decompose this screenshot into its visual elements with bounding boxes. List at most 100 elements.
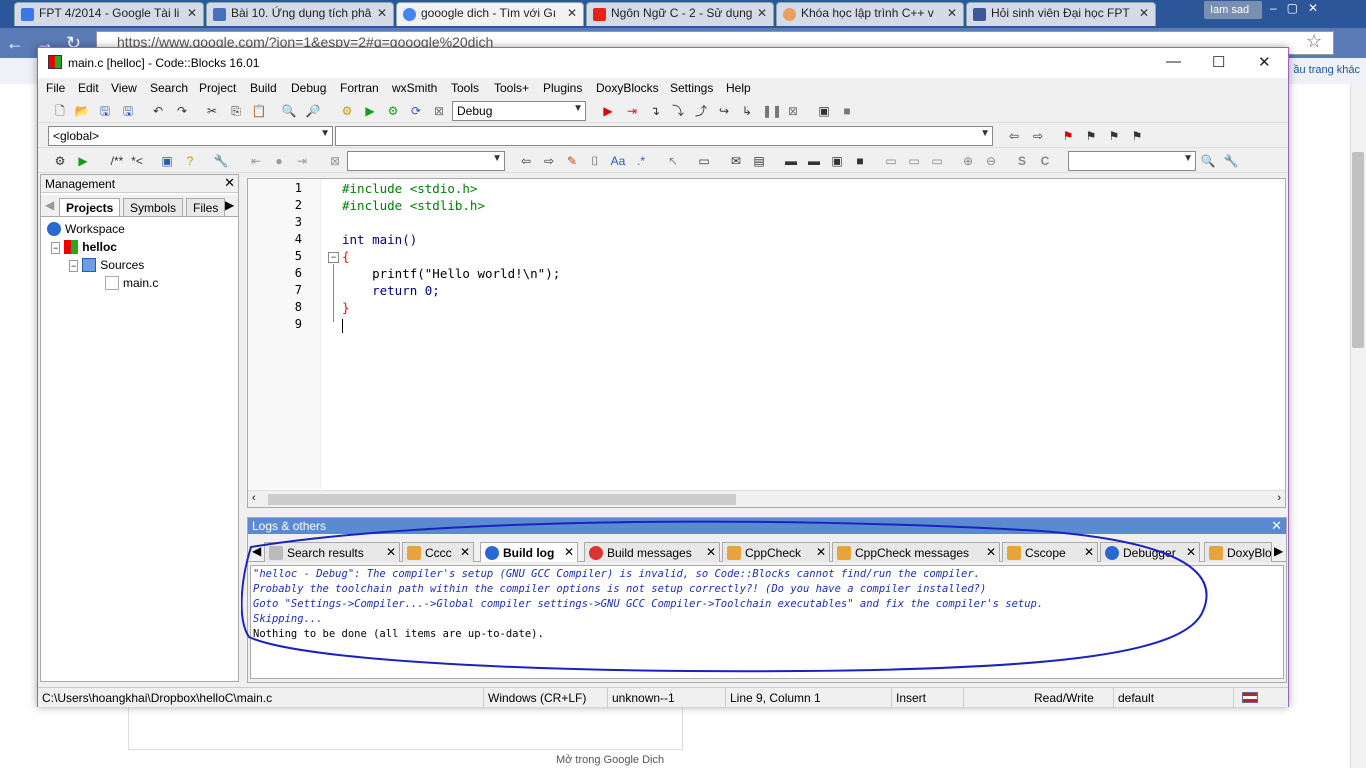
function-select[interactable]: ▼ bbox=[335, 126, 993, 146]
doxywizard-icon[interactable]: ⚙ bbox=[52, 153, 68, 169]
symbol-find-icon[interactable]: 🔍 bbox=[1200, 153, 1216, 169]
bookmark-star-icon[interactable]: ☆ bbox=[1306, 31, 1322, 52]
close-icon[interactable]: ✕ bbox=[1258, 53, 1271, 71]
browser-tab-active[interactable]: gooogle dich - Tìm với Gı ✕ bbox=[396, 2, 584, 26]
menu-edit[interactable]: Edit bbox=[78, 81, 99, 95]
symbol-settings-icon[interactable]: 🔧 bbox=[1223, 153, 1239, 169]
copy-icon[interactable]: ⎘ bbox=[228, 103, 244, 119]
replace-icon[interactable]: 🔎 bbox=[305, 103, 321, 119]
minimize-icon[interactable]: — bbox=[1166, 53, 1181, 70]
menu-tools-plus[interactable]: Tools+ bbox=[494, 81, 529, 95]
shape-outline-icon[interactable]: ▭ bbox=[883, 153, 899, 169]
menu-doxyblocks[interactable]: DoxyBlocks bbox=[596, 81, 659, 95]
tab-scroll-left-icon[interactable]: ◀ bbox=[45, 198, 54, 212]
code-editor[interactable]: 1 2 3 4 5 6 7 8 9 − #include <stdio.h> #… bbox=[247, 178, 1286, 508]
regex-icon[interactable]: .* bbox=[633, 153, 649, 169]
tab-projects[interactable]: Projects bbox=[59, 198, 121, 216]
zoom-out-icon[interactable]: ⊖ bbox=[983, 153, 999, 169]
close-icon[interactable]: ✕ bbox=[187, 6, 197, 20]
bookmark-flag-icon[interactable]: ⚑ bbox=[1060, 128, 1076, 144]
incremental-search-input[interactable]: ▼ bbox=[347, 151, 505, 171]
menu-search[interactable]: Search bbox=[150, 81, 188, 95]
collapse-icon[interactable]: − bbox=[51, 242, 61, 254]
pause-icon[interactable]: ❚❚ bbox=[762, 103, 782, 119]
browser-tab[interactable]: Hỏi sinh viên Đại học FPT ✕ bbox=[966, 2, 1156, 26]
next-instruction-icon[interactable]: ↪ bbox=[716, 103, 732, 119]
jump-mark-icon[interactable]: ● bbox=[271, 153, 287, 169]
forward-arrow-icon[interactable]: ⇨ bbox=[1030, 128, 1046, 144]
tree-workspace[interactable]: Workspace bbox=[47, 222, 125, 236]
symbol-search-select[interactable]: ▼ bbox=[1068, 151, 1196, 171]
info-icon[interactable]: ■ bbox=[839, 103, 855, 119]
pointer-tool-icon[interactable]: ↖ bbox=[665, 153, 681, 169]
browser-tab[interactable]: Bài 10. Ứng dụng tích phâ ✕ bbox=[206, 2, 394, 26]
s-tool-icon[interactable]: S bbox=[1014, 153, 1030, 169]
close-icon[interactable]: ✕ bbox=[1271, 518, 1282, 534]
shape-outline3-icon[interactable]: ▭ bbox=[929, 153, 945, 169]
scroll-right-icon[interactable]: › bbox=[1277, 492, 1281, 504]
abort-icon[interactable]: ⊠ bbox=[431, 103, 447, 119]
browser-window-controls[interactable]: –▢✕ bbox=[1270, 1, 1328, 15]
close-icon[interactable]: ✕ bbox=[1139, 6, 1149, 20]
stop-debug-icon[interactable]: ⊠ bbox=[785, 103, 801, 119]
translate-link[interactable]: Mở trong Google Dịch bbox=[556, 754, 664, 766]
shape-page-icon[interactable]: ▤ bbox=[751, 153, 767, 169]
save-icon[interactable]: 🖫 bbox=[97, 103, 113, 119]
tree-folder[interactable]: − Sources bbox=[69, 258, 144, 272]
step-out-icon[interactable]: ⤴ bbox=[693, 103, 709, 119]
page-scroll-thumb[interactable] bbox=[1352, 152, 1364, 348]
collapse-icon[interactable]: − bbox=[69, 260, 79, 272]
menu-view[interactable]: View bbox=[111, 81, 137, 95]
browser-tab[interactable]: FPT 4/2014 - Google Tài li ✕ bbox=[14, 2, 204, 26]
close-icon[interactable]: ✕ bbox=[947, 6, 957, 20]
menu-file[interactable]: File bbox=[46, 81, 65, 95]
tab-scroll-right-icon[interactable]: ▶ bbox=[1274, 544, 1283, 558]
menu-debug[interactable]: Debug bbox=[291, 81, 326, 95]
build-target-select[interactable]: Debug ▼ bbox=[452, 101, 586, 121]
run-html-icon[interactable]: ▣ bbox=[159, 153, 175, 169]
menu-settings[interactable]: Settings bbox=[670, 81, 713, 95]
paste-icon[interactable]: 📋 bbox=[251, 103, 267, 119]
shape-outline2-icon[interactable]: ▭ bbox=[906, 153, 922, 169]
rebuild-icon[interactable]: ⟳ bbox=[408, 103, 424, 119]
open-icon[interactable]: 📂 bbox=[74, 103, 90, 119]
tree-file[interactable]: main.c bbox=[105, 276, 158, 290]
save-all-icon[interactable]: 🖫 bbox=[120, 103, 136, 119]
jump-back-icon[interactable]: ⇤ bbox=[248, 153, 264, 169]
step-instruction-icon[interactable]: ↳ bbox=[739, 103, 755, 119]
shape-bar-icon[interactable]: ▬ bbox=[783, 153, 799, 169]
undo-icon[interactable]: ↶ bbox=[150, 103, 166, 119]
cut-icon[interactable]: ✂ bbox=[204, 103, 220, 119]
browser-tab[interactable]: Khóa học lập trình C++ v ✕ bbox=[776, 2, 964, 26]
other-bookmarks[interactable]: ầu trang khác bbox=[1293, 64, 1360, 76]
editor-horizontal-scrollbar[interactable]: ‹ › bbox=[248, 490, 1285, 507]
find-icon[interactable]: 🔍 bbox=[281, 103, 297, 119]
next-bookmark-icon[interactable]: ⚑ bbox=[1106, 128, 1122, 144]
tree-project[interactable]: − helloc bbox=[51, 240, 117, 254]
menu-build[interactable]: Build bbox=[250, 81, 277, 95]
language-flag-icon[interactable] bbox=[1242, 692, 1258, 703]
c-tool-icon[interactable]: C bbox=[1037, 153, 1053, 169]
shape-bar2-icon[interactable]: ▬ bbox=[806, 153, 822, 169]
tab-scroll-right-icon[interactable]: ▶ bbox=[225, 198, 234, 212]
highlight-icon[interactable]: ✎ bbox=[564, 153, 580, 169]
clear-icon[interactable]: ⊠ bbox=[327, 153, 343, 169]
maximize-icon[interactable]: ☐ bbox=[1212, 53, 1225, 71]
build-gear-icon[interactable]: ⚙ bbox=[339, 103, 355, 119]
browser-tab[interactable]: Ngôn Ngữ C - 2 - Sử dụng ✕ bbox=[586, 2, 774, 26]
next-line-icon[interactable]: ↴ bbox=[647, 103, 663, 119]
scope-select[interactable]: <global> ▼ bbox=[48, 126, 333, 146]
build-run-icon[interactable]: ⚙ bbox=[385, 103, 401, 119]
menu-fortran[interactable]: Fortran bbox=[340, 81, 379, 95]
tab-doxyblocks[interactable]: DoxyBlo bbox=[1204, 542, 1272, 562]
clear-bookmarks-icon[interactable]: ⚑ bbox=[1129, 128, 1145, 144]
close-icon[interactable]: ✕ bbox=[567, 6, 577, 20]
debug-windows-icon[interactable]: ▣ bbox=[816, 103, 832, 119]
run-to-cursor-icon[interactable]: ⇥ bbox=[624, 103, 640, 119]
menu-tools[interactable]: Tools bbox=[451, 81, 479, 95]
line-comment-button[interactable]: *< bbox=[128, 153, 146, 169]
redo-icon[interactable]: ↷ bbox=[174, 103, 190, 119]
shape-fill-icon[interactable]: ■ bbox=[852, 153, 868, 169]
fold-toggle-icon[interactable]: − bbox=[328, 252, 339, 263]
menu-wxsmith[interactable]: wxSmith bbox=[392, 81, 437, 95]
